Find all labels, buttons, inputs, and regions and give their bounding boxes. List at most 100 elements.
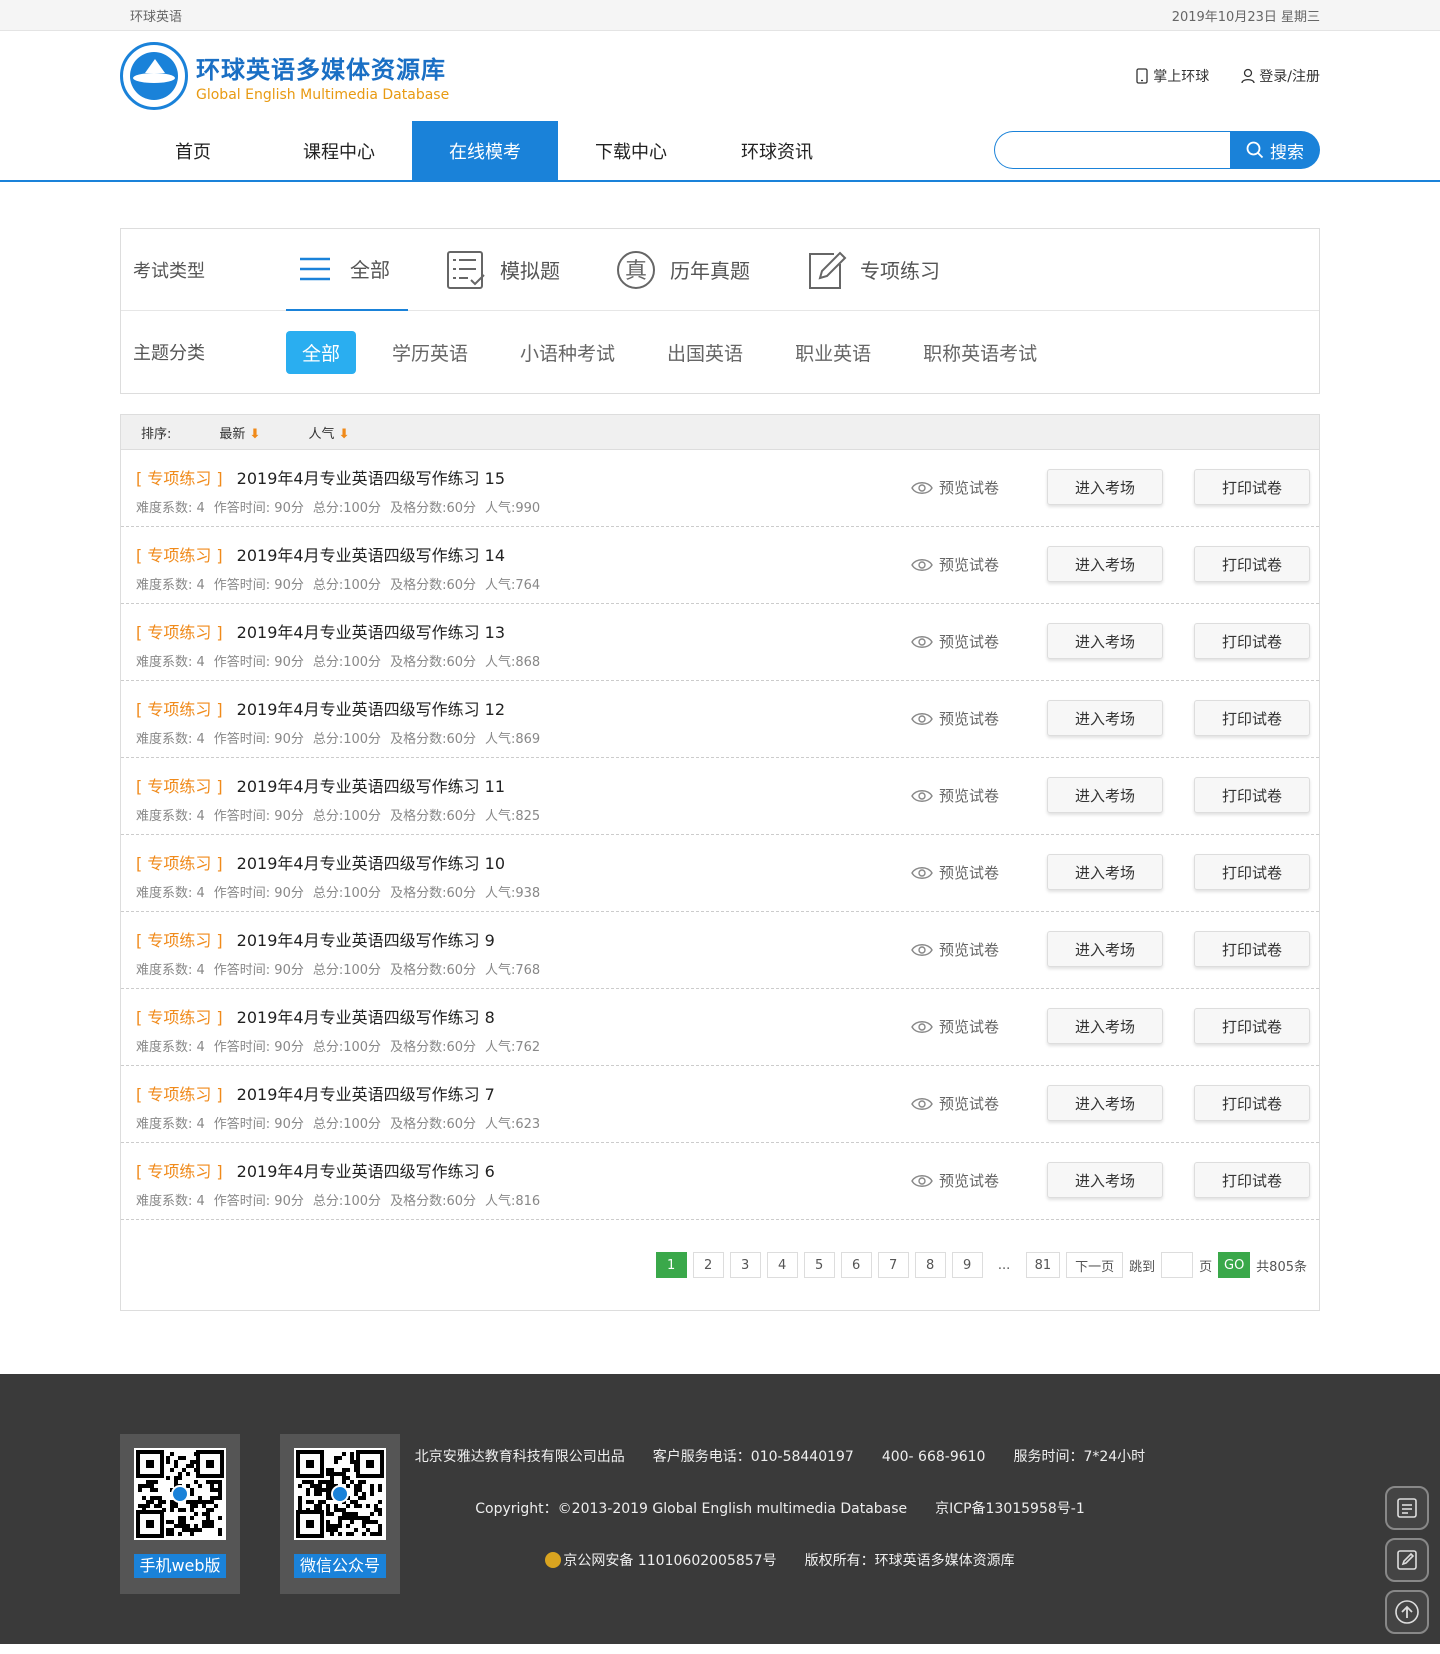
arrow-down-icon: ⬇	[249, 426, 261, 442]
topic-professional-title[interactable]: 职称英语考试	[923, 339, 1037, 366]
nav-online-exam[interactable]: 在线模考	[412, 121, 558, 180]
topic-career[interactable]: 职业英语	[795, 339, 871, 366]
exam-popularity: 人气:768	[485, 963, 541, 978]
enter-exam-button[interactable]: 进入考场	[1047, 1085, 1163, 1121]
preview-exam-link[interactable]: 预览试卷	[911, 631, 999, 652]
enter-exam-button[interactable]: 进入考场	[1047, 469, 1163, 505]
enter-exam-button[interactable]: 进入考场	[1047, 854, 1163, 890]
preview-exam-link[interactable]: 预览试卷	[911, 554, 999, 575]
print-exam-button[interactable]: 打印试卷	[1194, 854, 1310, 890]
type-tab-past[interactable]: 真 历年真题	[606, 229, 768, 311]
print-exam-button[interactable]: 打印试卷	[1194, 1085, 1310, 1121]
exam-title[interactable]: [ 专项练习 ] 2019年4月专业英语四级写作练习 11	[136, 773, 505, 797]
exam-title-text: 2019年4月专业英语四级写作练习 11	[236, 777, 506, 796]
preview-exam-link[interactable]: 预览试卷	[911, 939, 999, 960]
page-5[interactable]: 5	[803, 1252, 835, 1278]
page-8[interactable]: 8	[914, 1252, 946, 1278]
page-4[interactable]: 4	[766, 1252, 798, 1278]
back-to-top-button[interactable]	[1385, 1590, 1429, 1634]
type-tab-special[interactable]: 专项练习	[796, 229, 958, 311]
exam-popularity: 人气:762	[485, 1040, 541, 1055]
exam-title[interactable]: [ 专项练习 ] 2019年4月专业英语四级写作练习 13	[136, 619, 505, 643]
exam-title[interactable]: [ 专项练习 ] 2019年4月专业英语四级写作练习 8	[136, 1004, 495, 1028]
user-icon	[1241, 68, 1255, 84]
exam-title[interactable]: [ 专项练习 ] 2019年4月专业英语四级写作练习 6	[136, 1158, 495, 1182]
preview-exam-link[interactable]: 预览试卷	[911, 1093, 999, 1114]
exam-popularity: 人气:938	[485, 886, 541, 901]
exam-title[interactable]: [ 专项练习 ] 2019年4月专业英语四级写作练习 14	[136, 542, 505, 566]
exam-title[interactable]: [ 专项练习 ] 2019年4月专业英语四级写作练习 12	[136, 696, 505, 720]
page-6[interactable]: 6	[840, 1252, 872, 1278]
exam-row: [ 专项练习 ] 2019年4月专业英语四级写作练习 14 难度系数: 4 作答时间:…	[121, 527, 1319, 604]
jump-page-input[interactable]	[1161, 1252, 1194, 1278]
enter-exam-button[interactable]: 进入考场	[1047, 931, 1163, 967]
logo[interactable]: 环球英语多媒体资源库 Global English Multimedia Dat…	[120, 42, 449, 110]
search-button[interactable]: 搜索	[1230, 131, 1320, 169]
print-exam-button[interactable]: 打印试卷	[1194, 1162, 1310, 1198]
exam-total-score: 总分:100分	[312, 809, 382, 824]
print-exam-button[interactable]: 打印试卷	[1194, 469, 1310, 505]
exam-tag: [ 专项练习 ]	[136, 1008, 223, 1027]
go-button[interactable]: GO	[1218, 1252, 1251, 1278]
print-exam-button[interactable]: 打印试卷	[1194, 1008, 1310, 1044]
exam-difficulty: 难度系数: 4	[136, 809, 205, 824]
exam-meta: 难度系数: 4 作答时间: 90分 总分:100分 及格分数:60分 人气:768	[136, 959, 549, 978]
type-tab-mock[interactable]: 模拟题	[436, 229, 578, 311]
topic-all[interactable]: 全部	[286, 330, 357, 374]
mobile-link[interactable]: 掌上环球	[1135, 66, 1209, 86]
search-input[interactable]	[994, 131, 1230, 169]
exam-meta: 难度系数: 4 作答时间: 90分 总分:100分 及格分数:60分 人气:623	[136, 1113, 549, 1132]
type-tab-all[interactable]: 全部	[286, 229, 408, 311]
exam-title[interactable]: [ 专项练习 ] 2019年4月专业英语四级写作练习 9	[136, 927, 495, 951]
topic-study-abroad[interactable]: 出国英语	[667, 339, 743, 366]
preview-exam-link[interactable]: 预览试卷	[911, 1170, 999, 1191]
exam-total-score: 总分:100分	[312, 886, 382, 901]
preview-exam-link[interactable]: 预览试卷	[911, 785, 999, 806]
enter-exam-button[interactable]: 进入考场	[1047, 546, 1163, 582]
enter-exam-button[interactable]: 进入考场	[1047, 1008, 1163, 1044]
edit-button[interactable]	[1385, 1538, 1429, 1582]
nav-news[interactable]: 环球资讯	[704, 121, 850, 180]
logo-subtitle: Global English Multimedia Database	[196, 86, 450, 103]
next-page-button[interactable]: 下一页	[1066, 1252, 1124, 1278]
print-exam-button[interactable]: 打印试卷	[1194, 777, 1310, 813]
exam-tag: [ 专项练习 ]	[136, 1085, 223, 1104]
nav-downloads[interactable]: 下载中心	[558, 121, 704, 180]
page-9[interactable]: 9	[951, 1252, 983, 1278]
exam-popularity: 人气:623	[485, 1117, 541, 1132]
page-1[interactable]: 1	[655, 1252, 687, 1278]
preview-exam-link[interactable]: 预览试卷	[911, 1016, 999, 1037]
sort-newest[interactable]: 最新 ⬇	[219, 423, 260, 442]
preview-exam-link[interactable]: 预览试卷	[911, 708, 999, 729]
exam-title[interactable]: [ 专项练习 ] 2019年4月专业英语四级写作练习 15	[136, 465, 505, 489]
print-exam-button[interactable]: 打印试卷	[1194, 700, 1310, 736]
enter-exam-button[interactable]: 进入考场	[1047, 623, 1163, 659]
enter-exam-button[interactable]: 进入考场	[1047, 700, 1163, 736]
enter-exam-button[interactable]: 进入考场	[1047, 1162, 1163, 1198]
topic-academic[interactable]: 学历英语	[392, 339, 468, 366]
mobile-link-label: 掌上环球	[1153, 69, 1210, 85]
exam-title-text: 2019年4月专业英语四级写作练习 14	[236, 546, 506, 565]
sort-popular[interactable]: 人气 ⬇	[308, 423, 349, 442]
print-exam-button[interactable]: 打印试卷	[1194, 623, 1310, 659]
exam-title[interactable]: [ 专项练习 ] 2019年4月专业英语四级写作练习 10	[136, 850, 505, 874]
exam-total-score: 总分:100分	[312, 1040, 382, 1055]
edit-icon	[1397, 1550, 1417, 1570]
exam-difficulty: 难度系数: 4	[136, 886, 205, 901]
print-exam-button[interactable]: 打印试卷	[1194, 546, 1310, 582]
topic-minor-language[interactable]: 小语种考试	[520, 339, 615, 366]
exam-title[interactable]: [ 专项练习 ] 2019年4月专业英语四级写作练习 7	[136, 1081, 495, 1105]
page-3[interactable]: 3	[729, 1252, 761, 1278]
page-2[interactable]: 2	[692, 1252, 724, 1278]
preview-exam-link[interactable]: 预览试卷	[911, 477, 999, 498]
preview-exam-link[interactable]: 预览试卷	[911, 862, 999, 883]
nav-home[interactable]: 首页	[120, 121, 266, 180]
page-last[interactable]: 81	[1025, 1252, 1061, 1278]
login-link[interactable]: 登录/注册	[1241, 66, 1320, 86]
enter-exam-button[interactable]: 进入考场	[1047, 777, 1163, 813]
qr-code-icon	[134, 1448, 226, 1540]
nav-courses[interactable]: 课程中心	[266, 121, 412, 180]
page-7[interactable]: 7	[877, 1252, 909, 1278]
print-exam-button[interactable]: 打印试卷	[1194, 931, 1310, 967]
feedback-button[interactable]	[1385, 1486, 1429, 1530]
